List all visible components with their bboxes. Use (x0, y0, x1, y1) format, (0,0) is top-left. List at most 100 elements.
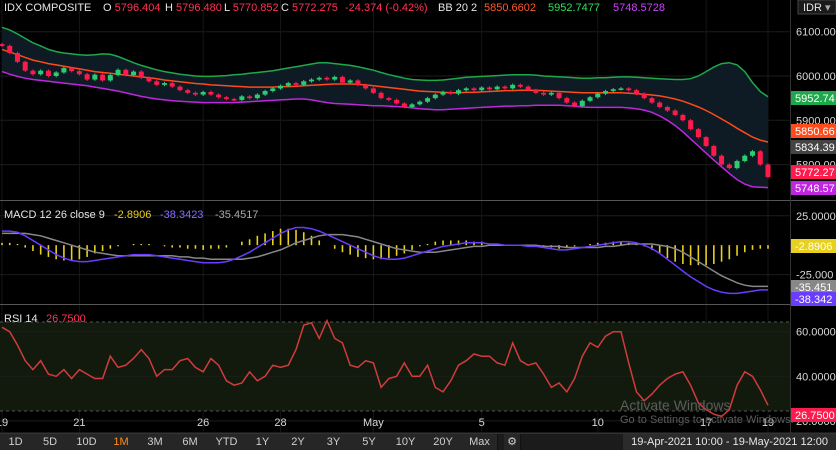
candle-body (494, 86, 500, 90)
candle-body (378, 92, 384, 99)
candle-body (440, 91, 446, 95)
currency-button[interactable]: IDR ▾ (797, 0, 836, 15)
candle-body (525, 86, 531, 91)
timeframe-button-6m[interactable]: 6M (172, 434, 209, 450)
candle-body (84, 74, 90, 80)
candle-body (626, 88, 632, 91)
timeframe-button-2y[interactable]: 2Y (280, 434, 317, 450)
candle-body (664, 107, 670, 111)
timeframe-button-1m[interactable]: 1M (104, 434, 139, 450)
candle-body (254, 94, 260, 99)
candle-body (100, 74, 106, 81)
candle-body (0, 44, 5, 46)
candle-body (247, 96, 253, 99)
candle-body (208, 91, 214, 95)
candle-body (285, 83, 291, 86)
candle-body (610, 89, 616, 92)
timeframe-button-ytd[interactable]: YTD (208, 434, 246, 450)
candle-body (719, 155, 725, 165)
candle-body (161, 83, 167, 85)
candle-body (486, 87, 492, 90)
svg-text:5850.66: 5850.66 (795, 126, 835, 138)
macd-tag: -35.451 (791, 280, 836, 294)
candle-body (633, 90, 639, 94)
candle-body (61, 68, 67, 73)
svg-text:5748.57: 5748.57 (795, 183, 835, 195)
timeframe-button-1d[interactable]: 1D (0, 434, 32, 450)
chevron-down-icon: ▾ (825, 2, 831, 14)
candle-body (742, 155, 748, 162)
candle-body (7, 45, 13, 53)
candle-body (456, 90, 462, 94)
price-tag: 5952.74 (791, 91, 836, 105)
candle-body (45, 70, 51, 76)
candle-body (394, 99, 400, 104)
settings-gear-icon[interactable]: ⚙ (504, 434, 521, 450)
candle-body (556, 92, 562, 99)
candle-body (14, 52, 20, 62)
candle-body (169, 83, 175, 87)
candle-body (239, 96, 245, 100)
svg-text:5834.39: 5834.39 (795, 142, 835, 154)
candle-body (293, 83, 299, 85)
timeframe-button-5y[interactable]: 5Y (351, 434, 388, 450)
candle-body (757, 151, 763, 165)
x-tick-label: May (363, 417, 384, 429)
candle-body (680, 114, 686, 121)
candle-body (548, 92, 554, 95)
candle-body (92, 74, 98, 80)
candle-body (138, 71, 144, 78)
price-tag: 5748.57 (791, 181, 836, 195)
svg-text:5952.74: 5952.74 (795, 93, 835, 105)
candle-body (711, 145, 717, 156)
rsi-tick-label: 60.0000 (796, 327, 836, 339)
macd-histogram (1, 228, 769, 266)
date-range-display: 19-Apr-2021 10:00 - 19-May-2021 12:00 (623, 434, 836, 450)
candle-body (76, 71, 82, 75)
candle-body (479, 87, 485, 91)
candle-body (688, 120, 694, 130)
price-tag: 5850.66 (791, 124, 836, 138)
svg-text:-38.342: -38.342 (795, 294, 832, 306)
timeframe-button-3y[interactable]: 3Y (316, 434, 352, 450)
macd-line (2, 226, 768, 295)
candle-body (432, 94, 438, 99)
timeframe-button-3m[interactable]: 3M (138, 434, 173, 450)
candle-body (146, 77, 152, 82)
timeframe-button-10y[interactable]: 10Y (387, 434, 425, 450)
candle-body (69, 68, 75, 72)
candle-body (703, 137, 709, 146)
candle-body (463, 88, 469, 91)
candle-body (657, 102, 663, 107)
candle-body (192, 92, 198, 95)
candle-body (278, 85, 284, 89)
timeframe-toolbar: 1D 5D 10D 1M 3M 6M YTD 1Y 2Y 3Y 5Y 10Y 20Y Max ⚙ 19-A… (0, 433, 836, 450)
x-tick-label: 10 (592, 417, 604, 429)
candle-body (603, 91, 609, 94)
candle-body (123, 69, 129, 76)
candle-body (154, 81, 160, 85)
candle-body (517, 84, 523, 87)
candle-body (316, 77, 322, 80)
macd-tick-label: -25.000 (796, 270, 833, 282)
candle-body (370, 88, 376, 93)
x-tick-label: 5 (479, 417, 485, 429)
timeframe-button-5d[interactable]: 5D (31, 434, 70, 450)
candle-body (564, 98, 570, 103)
timeframe-button-10d[interactable]: 10D (69, 434, 105, 450)
candle-body (216, 94, 222, 98)
candle-body (649, 98, 655, 103)
price-tag: 5772.27 (791, 165, 836, 179)
currency-label: IDR (803, 2, 822, 14)
candle-body (270, 88, 276, 92)
candle-body (409, 104, 415, 107)
timeframe-button-1y[interactable]: 1Y (245, 434, 281, 450)
candle-body (572, 102, 578, 107)
rsi-tick-label: 40.0000 (796, 371, 836, 383)
candle-body (672, 110, 678, 115)
timeframe-button-max[interactable]: Max (462, 434, 498, 450)
timeframe-button-20y[interactable]: 20Y (424, 434, 463, 450)
candle-body (401, 103, 407, 107)
svg-text:-2.8906: -2.8906 (795, 241, 832, 253)
candle-body (223, 97, 229, 100)
